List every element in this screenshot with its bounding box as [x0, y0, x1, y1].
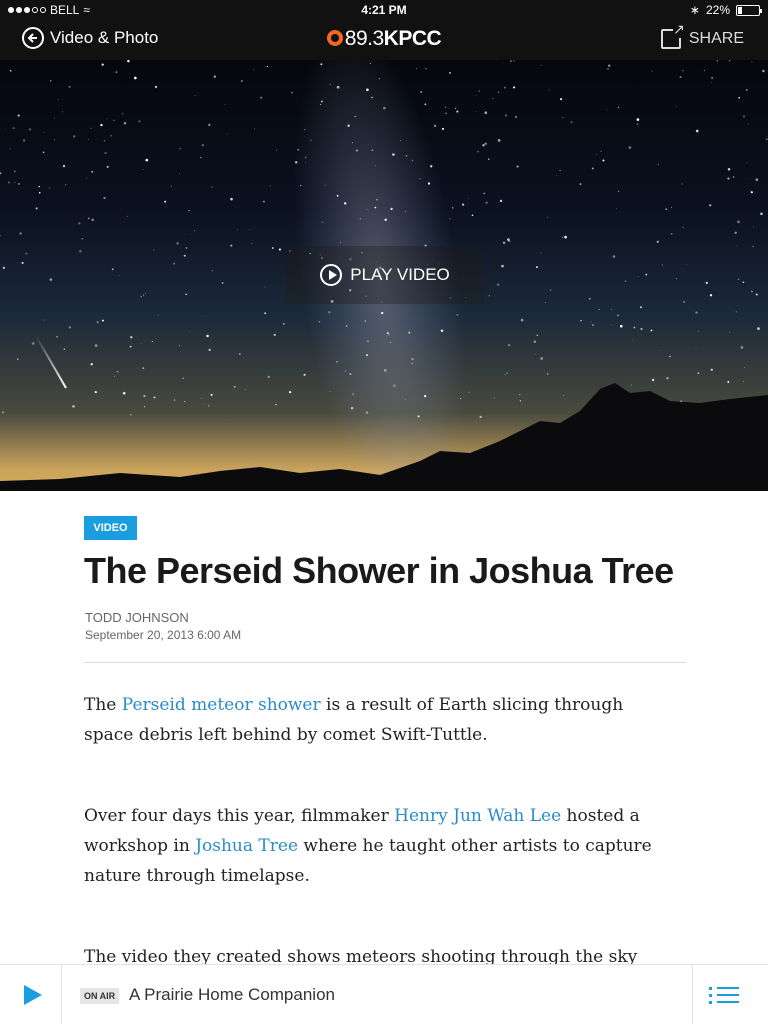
perseid-link[interactable]: Perseid meteor shower — [122, 695, 321, 715]
share-icon — [660, 21, 685, 49]
battery-info: ∗ 22% — [689, 3, 762, 17]
kpcc-logo: 89.3KPCC — [0, 27, 768, 51]
paragraph: The Perseid meteor shower is a result of… — [84, 690, 674, 750]
audio-player-bar: ON AIR A Prairie Home Companion — [0, 964, 768, 1024]
share-label: SHARE — [688, 30, 744, 47]
filmmaker-link[interactable]: Henry Jun Wah Lee — [394, 806, 561, 826]
wifi-icon: ≈ — [83, 3, 90, 17]
hero-video[interactable]: PLAY VIDEO — [0, 60, 768, 491]
signal-icon — [8, 7, 46, 13]
logo-number: 89.3 — [344, 27, 384, 50]
paragraph-text: The — [84, 695, 122, 715]
paragraph-text: Over four days this year, filmmaker — [84, 806, 395, 826]
play-video-label: PLAY VIDEO — [350, 265, 450, 284]
status-bar: BELL ≈ 4:21 PM ∗ 22% — [0, 0, 768, 20]
program-title[interactable]: A Prairie Home Companion — [129, 985, 335, 1005]
article-author: TODD JOHNSON — [85, 610, 189, 625]
divider — [84, 662, 686, 663]
bluetooth-icon: ∗ — [689, 3, 700, 17]
carrier-info: BELL ≈ — [8, 3, 90, 17]
article-title: The Perseid Shower in Joshua Tree — [84, 550, 674, 591]
joshua-tree-link[interactable]: Joshua Tree — [195, 836, 298, 856]
status-time: 4:21 PM — [361, 3, 407, 17]
logo-ring-icon — [326, 30, 343, 46]
rock-silhouette — [0, 383, 768, 491]
paragraph: Over four days this year, filmmaker Henr… — [84, 801, 674, 891]
battery-percent: 22% — [705, 3, 730, 17]
share-button[interactable]: SHARE — [660, 21, 744, 49]
logo-name: KPCC — [383, 27, 442, 50]
play-video-button[interactable]: PLAY VIDEO — [286, 246, 484, 304]
battery-icon — [736, 4, 762, 16]
play-icon — [320, 264, 343, 286]
category-badge[interactable]: VIDEO — [84, 516, 137, 540]
live-play-button[interactable] — [0, 965, 62, 1024]
article-date: September 20, 2013 6:00 AM — [85, 628, 242, 642]
menu-list-button[interactable] — [692, 965, 768, 1024]
carrier-name: BELL — [50, 3, 80, 17]
on-air-badge: ON AIR — [80, 988, 120, 1004]
nav-bar: Video & Photo 89.3KPCC SHARE — [0, 20, 768, 60]
